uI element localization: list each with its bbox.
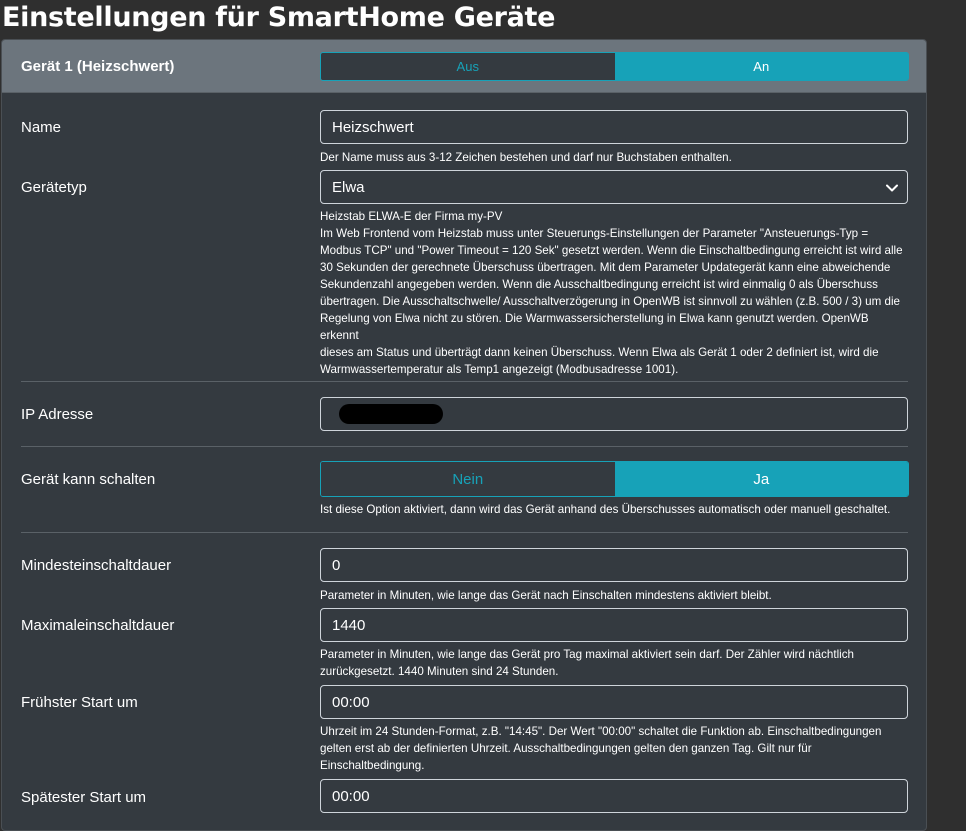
max-on-input[interactable]: 1440 (320, 608, 908, 642)
device-type-help-line: dieses am Status und überträgt dann kein… (320, 346, 879, 359)
device-power-toggle: Aus An (320, 52, 909, 81)
latest-start-label: Spätester Start um (21, 789, 147, 806)
ip-input[interactable] (320, 397, 908, 431)
device-type-value: Elwa (332, 178, 365, 196)
divider (21, 446, 908, 447)
earliest-start-help-line: Uhrzeit im 24 Stunden-Format, z.B. "14:4… (320, 725, 882, 738)
power-on-button[interactable]: An (614, 53, 908, 80)
chevron-down-icon (886, 184, 898, 192)
can-switch-yes-button[interactable]: Ja (614, 462, 908, 496)
device-type-help-line: 30 Sekunden der gerechnete Überschuss üb… (320, 261, 891, 274)
redacted-ip-mark (339, 404, 443, 424)
min-on-label: Mindesteinschaltdauer (21, 557, 172, 574)
device-settings-card: Gerät 1 (Heizschwert) Aus An Name Heizsc… (1, 39, 927, 831)
page-title: Einstellungen für SmartHome Geräte (2, 2, 556, 33)
can-switch-no-button[interactable]: Nein (321, 462, 615, 496)
name-label: Name (21, 119, 62, 136)
earliest-start-help: Uhrzeit im 24 Stunden-Format, z.B. "14:4… (320, 723, 900, 774)
device-title: Gerät 1 (Heizschwert) (21, 58, 175, 75)
card-header: Gerät 1 (Heizschwert) Aus An (2, 40, 926, 93)
device-type-select[interactable]: Elwa (320, 170, 908, 204)
name-input[interactable]: Heizschwert (320, 110, 908, 144)
max-on-label: Maximaleinschaltdauer (21, 617, 175, 634)
device-type-help-line: Warmwassertemperatur als Temp1 angezeigt… (320, 363, 679, 376)
max-on-help-line: zurückgesetzt. 1440 Minuten sind 24 Stun… (320, 665, 559, 678)
ip-label: IP Adresse (21, 406, 94, 423)
earliest-start-help-line: Einschaltbedingung. (320, 759, 425, 772)
max-on-help: Parameter in Minuten, wie lange das Gerä… (320, 646, 900, 680)
device-type-help-line: Regelung von Elwa nicht zu stören. Die W… (320, 312, 869, 342)
can-switch-help: Ist diese Option aktiviert, dann wird da… (320, 503, 891, 516)
earliest-start-input[interactable]: 00:00 (320, 685, 908, 719)
device-type-help-line: Sekundenzahl angegeben werden. Wenn die … (320, 278, 878, 291)
device-type-help-line: Modbus TCP" und "Power Timeout = 120 Sek… (320, 244, 903, 257)
power-off-button[interactable]: Aus (321, 53, 615, 80)
earliest-start-help-line: gelten erst ab der definierten Uhrzeit. … (320, 742, 812, 755)
divider (21, 532, 908, 533)
device-type-help-line: Im Web Frontend vom Heizstab muss unter … (320, 227, 869, 240)
device-type-label: Gerätetyp (21, 179, 87, 196)
device-type-help-line: Heizstab ELWA-E der Firma my-PV (320, 210, 503, 223)
max-on-help-line: Parameter in Minuten, wie lange das Gerä… (320, 648, 854, 661)
can-switch-label: Gerät kann schalten (21, 471, 156, 488)
latest-start-input[interactable]: 00:00 (320, 779, 908, 813)
device-type-help-line: übertragen. Die Ausschaltschwelle/ Aussc… (320, 295, 900, 308)
can-switch-toggle: Nein Ja (320, 461, 909, 497)
name-help: Der Name muss aus 3-12 Zeichen bestehen … (320, 151, 732, 164)
earliest-start-label: Frühster Start um (21, 694, 138, 711)
divider (21, 381, 908, 382)
min-on-input[interactable]: 0 (320, 548, 908, 582)
device-type-help: Heizstab ELWA-E der Firma my-PV Im Web F… (320, 208, 910, 378)
min-on-help: Parameter in Minuten, wie lange das Gerä… (320, 589, 772, 602)
